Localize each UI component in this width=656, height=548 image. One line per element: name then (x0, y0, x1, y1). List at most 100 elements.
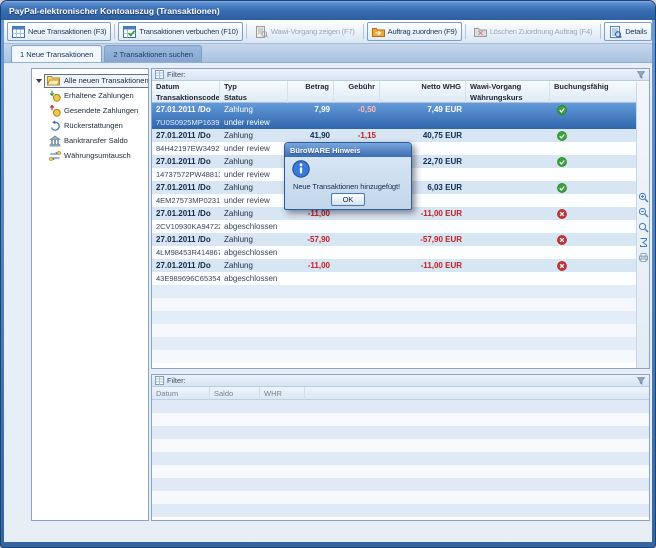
delete-assignment-icon (474, 26, 487, 38)
currency-exchange-icon (49, 150, 64, 162)
toolbar-separator (246, 24, 247, 39)
button-label: Auftrag zuordnen (F9) (388, 27, 457, 36)
sum-icon[interactable] (638, 237, 649, 248)
col-header-waehrungskurs[interactable]: Währungskurs (466, 92, 550, 103)
ok-button[interactable]: OK (331, 193, 365, 206)
empty-row (152, 337, 649, 363)
tree-item-erhaltene-zahlungen[interactable]: Erhaltene Zahlungen (32, 88, 148, 103)
filter-funnel-icon[interactable] (636, 376, 646, 386)
transaction-row[interactable]: 27.01.2011 /Do Zahlung -11,00 -11,00 EUR… (152, 259, 649, 285)
window-titlebar[interactable]: PayPal-elektronischer Kontoauszug (Trans… (1, 1, 655, 20)
assign-order-button[interactable]: Auftrag zuordnen (F9) (367, 22, 462, 41)
message-dialog: BüroWARE Hinweis Neue Transaktionen hinz… (284, 142, 412, 210)
transaction-row[interactable]: 27.01.2011 /Do Zahlung 7,99 -0,50 7,49 E… (152, 103, 649, 129)
tab-label: 1 Neue Transaktionen (20, 50, 93, 59)
toolbar-separator (114, 24, 115, 39)
saldo-filter-row: Filter: (152, 375, 649, 387)
tree-item-label: Alle neuen Transaktionen (64, 76, 148, 85)
cell-status: under review (220, 116, 288, 129)
tree-item-alle-neuen-transaktionen[interactable]: Alle neuen Transaktionen (32, 73, 148, 88)
book-transactions-button[interactable]: Transaktionen verbuchen (F10) (118, 22, 243, 41)
cell-buchungsfaehig (550, 207, 649, 220)
show-wawi-button[interactable]: Wawi-Vorgang zeigen (F7) (250, 22, 360, 41)
window-body: Neue Transaktionen (F3) Transaktionen ve… (4, 20, 652, 542)
saldo-col-datum[interactable]: Datum (152, 387, 210, 400)
saldo-header[interactable]: Datum Saldo WHR (152, 387, 649, 400)
filter-funnel-icon[interactable] (636, 70, 646, 80)
bookable-icon (557, 131, 567, 141)
table-header[interactable]: Datum Typ Betrag Gebühr Netto WHG Wawi-V… (152, 81, 649, 103)
cell-type: Zahlung (220, 207, 288, 220)
saldo-col-whr[interactable]: WHR (260, 387, 305, 400)
tab-neue-transaktionen[interactable]: 1 Neue Transaktionen (11, 45, 102, 62)
col-header-status[interactable]: Status (220, 92, 288, 103)
tree-item-rueckerstattungen[interactable]: Rückerstattungen (32, 118, 148, 133)
saldo-empty-row (152, 439, 649, 452)
col-header-betrag[interactable]: Betrag (288, 81, 334, 92)
cell-status: under review (220, 142, 288, 155)
col-header-buchungsfaehig[interactable]: Buchungsfähig (550, 81, 649, 92)
tab-strip: 1 Neue Transaktionen 2 Transaktionen suc… (4, 44, 652, 63)
zoom-out-icon[interactable] (638, 207, 649, 218)
cell-date: 27.01.2011 /Do (152, 155, 220, 168)
col-header-transaktionscode[interactable]: Transaktionscode (152, 92, 220, 103)
tree-item-gesendete-zahlungen[interactable]: Gesendete Zahlungen (32, 103, 148, 118)
dialog-message: Neue Transaktionen hinzugefügt! (293, 182, 409, 191)
button-label: Löschen Zuordnung Auftrag (F4) (490, 27, 592, 36)
cell-wawi-vorgang (466, 103, 550, 116)
tree-item-banktransfer-saldo[interactable]: Banktransfer Saldo (32, 133, 148, 148)
transaction-row[interactable]: 27.01.2011 /Do Zahlung -11,00 -11,00 EUR… (152, 207, 649, 233)
details-icon (609, 26, 622, 38)
dialog-titlebar[interactable]: BüroWARE Hinweis (285, 143, 411, 157)
cell-netto: -57,90 EUR (380, 233, 466, 246)
toolbar-separator (465, 24, 466, 39)
details-button[interactable]: Details (604, 22, 652, 41)
table-grid-icon (12, 26, 25, 38)
col-header-netto[interactable]: Netto WHG (380, 81, 466, 92)
filter-grid-icon (155, 376, 164, 385)
saldo-empty-row (152, 452, 649, 465)
saldo-empty-row (152, 465, 649, 478)
cell-status: abgeschlossen (220, 272, 288, 285)
col-header-gebuehr[interactable]: Gebühr (334, 81, 380, 92)
button-label: Neue Transaktionen (F3) (28, 27, 106, 36)
col-header-datum[interactable]: Datum (152, 81, 220, 92)
search-icon[interactable] (638, 222, 649, 233)
cell-status: abgeschlossen (220, 220, 288, 233)
new-transactions-button[interactable]: Neue Transaktionen (F3) (7, 22, 111, 41)
transaction-row[interactable]: 27.01.2011 /Do Zahlung -57,90 -57,90 EUR… (152, 233, 649, 259)
cell-buchungsfaehig (550, 155, 649, 168)
assign-order-icon (372, 26, 385, 38)
zoom-in-icon[interactable] (638, 192, 649, 203)
saldo-col-saldo[interactable]: Saldo (210, 387, 260, 400)
side-toolbar (636, 82, 649, 368)
cell-betrag: -11,00 (288, 259, 334, 272)
cell-date: 27.01.2011 /Do (152, 181, 220, 194)
transactions-panel: Filter: Datum Typ Betrag Gebühr Netto WH… (151, 68, 650, 369)
cell-type: Zahlung (220, 181, 288, 194)
cell-date: 27.01.2011 /Do (152, 103, 220, 116)
print-icon[interactable] (638, 252, 649, 263)
bookable-icon (557, 157, 567, 167)
cell-buchungsfaehig (550, 181, 649, 194)
tab-transaktionen-suchen[interactable]: 2 Transaktionen suchen (104, 45, 202, 62)
folder-open-icon (47, 75, 62, 86)
col-header-wawi-vorgang[interactable]: Wawi-Vorgang (466, 81, 550, 92)
delete-order-assignment-button[interactable]: Löschen Zuordnung Auftrag (F4) (469, 22, 597, 41)
content-area: Alle neuen Transaktionen Erhaltene Zahlu… (4, 63, 652, 542)
col-header-typ[interactable]: Typ (220, 81, 288, 92)
cell-transaction-code: 2CV10930KA9472237 (152, 220, 220, 233)
saldo-rows (152, 400, 649, 517)
cell-gebuehr (334, 259, 380, 272)
button-label: Transaktionen verbuchen (F10) (139, 27, 238, 36)
cell-wawi-vorgang (466, 181, 550, 194)
cell-date: 27.01.2011 /Do (152, 207, 220, 220)
tree-item-label: Rückerstattungen (64, 121, 123, 130)
cell-buchungsfaehig (550, 233, 649, 246)
bank-transfer-icon (49, 135, 64, 147)
cell-transaction-code: 43E989696C6535442 (152, 272, 220, 285)
cell-transaction-code: 4EM27573MP023193K (152, 194, 220, 207)
tree-expander-icon[interactable] (35, 77, 44, 85)
tree-item-waehrungsumtausch[interactable]: Währungsumtausch (32, 148, 148, 163)
bookable-icon (557, 183, 567, 193)
